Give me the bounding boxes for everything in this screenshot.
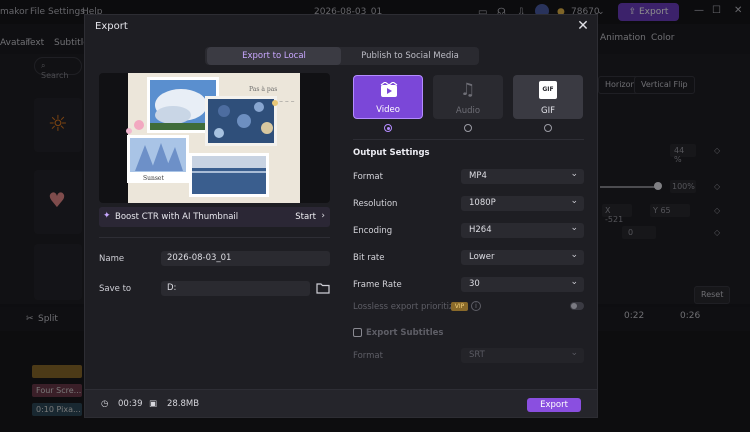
framerate-select[interactable]: 30 ⌄ (461, 277, 584, 292)
preview-collage: Pas à pas ~ ~ ~ Sunset (126, 73, 300, 203)
encoding-value: H264 (469, 225, 492, 235)
subtitle-format-value: SRT (469, 350, 485, 360)
radio-audio[interactable] (464, 124, 472, 132)
type-audio-label: Audio (455, 106, 481, 116)
chevron-down-icon: ⌄ (570, 169, 578, 179)
type-gif-card[interactable]: GIF GIF (513, 75, 583, 119)
clock-icon: ◷ (101, 399, 109, 409)
bitrate-select[interactable]: Lower ⌄ (461, 250, 584, 265)
save-path-field[interactable]: D: (161, 281, 310, 296)
folder-icon[interactable] (316, 281, 330, 295)
ai-thumbnail-label: Boost CTR with AI Thumbnail (115, 212, 239, 222)
file-size-icon: ▣ (149, 399, 158, 409)
name-value: 2026-08-03_01 (167, 253, 232, 263)
framerate-label: Frame Rate (353, 280, 402, 290)
chevron-right-icon: › (321, 211, 325, 221)
chevron-down-icon: ⌄ (570, 277, 578, 287)
export-subtitles-label: Export Subtitles (366, 328, 444, 338)
save-path-value: D: (167, 283, 177, 293)
close-icon[interactable]: ✕ (575, 18, 591, 34)
output-settings-title: Output Settings (353, 148, 430, 158)
tab-publish-social[interactable]: Publish to Social Media (343, 47, 477, 65)
duration-value: 00:39 (118, 399, 143, 409)
film-icon (380, 82, 398, 97)
type-audio-card[interactable]: ♫ Audio (433, 75, 503, 119)
chevron-down-icon: ⌄ (570, 196, 578, 206)
radio-video[interactable] (384, 124, 392, 132)
lossless-toggle[interactable] (570, 302, 584, 310)
save-to-label: Save to (99, 284, 132, 294)
music-note-icon: ♫ (460, 80, 476, 100)
encoding-label: Encoding (353, 226, 393, 236)
vip-badge: VIP (451, 302, 468, 311)
preview-caption: Sunset (143, 175, 164, 182)
encoding-select[interactable]: H264 ⌄ (461, 223, 584, 238)
chevron-down-icon: ⌄ (570, 250, 578, 260)
chevron-down-icon: ⌄ (570, 348, 578, 358)
type-video-label: Video (376, 105, 400, 115)
format-select[interactable]: MP4 ⌄ (461, 169, 584, 184)
export-tabs: Export to Local Publish to Social Media (205, 47, 479, 65)
name-field[interactable]: 2026-08-03_01 (161, 251, 330, 266)
gif-icon: GIF (539, 81, 557, 99)
export-dialog: Export ✕ Export to Local Publish to Soci… (84, 14, 598, 418)
name-label: Name (99, 254, 125, 264)
video-preview: Pas à pas ~ ~ ~ Sunset (99, 73, 330, 203)
info-icon[interactable]: i (471, 301, 481, 311)
export-subtitles-checkbox[interactable] (353, 328, 362, 337)
lossless-label: Lossless export prioritized (353, 302, 465, 312)
resolution-value: 1080P (469, 198, 496, 208)
svg-text:Pas à pas: Pas à pas (249, 86, 277, 93)
format-label: Format (353, 172, 383, 182)
radio-gif[interactable] (544, 124, 552, 132)
type-gif-label: GIF (541, 106, 555, 116)
dialog-title: Export (95, 21, 128, 32)
resolution-label: Resolution (353, 199, 398, 209)
sparkle-icon: ✦ (103, 211, 111, 221)
export-button[interactable]: Export (527, 398, 581, 412)
type-video-card[interactable]: Video (353, 75, 423, 119)
format-value: MP4 (469, 171, 487, 181)
resolution-select[interactable]: 1080P ⌄ (461, 196, 584, 211)
divider (353, 139, 584, 140)
bitrate-value: Lower (469, 252, 495, 262)
tab-export-local[interactable]: Export to Local (207, 47, 341, 65)
subtitle-format-label: Format (353, 351, 383, 361)
chevron-down-icon: ⌄ (570, 223, 578, 233)
framerate-value: 30 (469, 279, 480, 289)
divider (99, 237, 330, 238)
ai-thumbnail-start[interactable]: Start (295, 212, 316, 222)
svg-text:~ ~ ~: ~ ~ ~ (279, 99, 295, 105)
dialog-footer: ◷ 00:39 ▣ 28.8MB Export (85, 389, 597, 417)
subtitle-format-select[interactable]: SRT ⌄ (461, 348, 584, 363)
file-size-value: 28.8MB (167, 399, 200, 409)
bitrate-label: Bit rate (353, 253, 385, 263)
ai-thumbnail-bar[interactable]: ✦ Boost CTR with AI Thumbnail Start › (99, 207, 330, 227)
